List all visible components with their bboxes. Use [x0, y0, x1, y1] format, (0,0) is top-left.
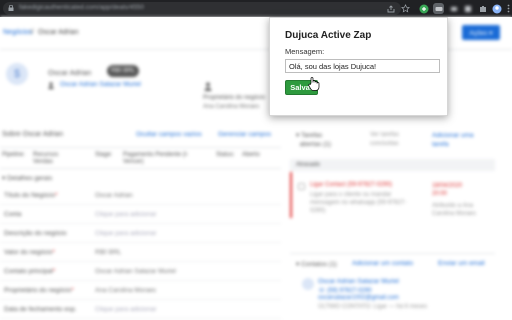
required-marker: * [52, 249, 55, 256]
field-label: Valor do negócio* [4, 249, 55, 256]
owner-value: Ana Carolina Moraes [203, 104, 260, 110]
status-label: Status: [216, 152, 235, 158]
contacts-title[interactable]: ▾ Contatos (1) [296, 260, 337, 268]
hand-cursor-icon [308, 77, 320, 91]
required-marker: * [54, 192, 58, 199]
contact-phone[interactable]: ☏ (59) 97827-0290 [318, 287, 372, 294]
send-email-link[interactable]: Enviar um email [438, 260, 485, 267]
pipeline-label: Pipeline: [2, 152, 26, 158]
add-task-link[interactable]: Adicionar uma tarefa [432, 131, 474, 149]
message-input[interactable] [285, 59, 440, 73]
about-panel: Sobre Oscar Adrian Ocultar campos vazios… [0, 125, 281, 320]
field-label: Proprietário do negócio* [4, 287, 74, 294]
pipeline-stage-row: Pipeline: Recursos Vendas Stage: Pagamen… [0, 147, 281, 169]
general-details-title: Detalhes gerais [7, 175, 53, 182]
about-title: Sobre Oscar Adrian [2, 131, 64, 138]
person-icon [48, 82, 54, 89]
field-value[interactable]: Clique para adicionar [95, 211, 156, 218]
task-assignee: Atribuído a Ana Carolina Moraes [432, 203, 477, 217]
dollar-icon: $ [13, 68, 21, 80]
task-title[interactable]: Ligar Contact (59-97827-0290) [310, 182, 392, 188]
contact-person-link[interactable]: Oscar Adrian Salazar Muriel [60, 81, 141, 88]
message-label: Mensagem: [285, 47, 325, 56]
task-due-date: 18/04/2020 20:00 [432, 183, 463, 197]
share-icon[interactable] [385, 3, 396, 14]
overdue-label: Atrasado [296, 162, 321, 168]
deal-avatar: $ [6, 63, 28, 85]
bookmark-star-icon[interactable] [400, 3, 411, 14]
overdue-header [290, 159, 495, 171]
deal-name: Oscar Adrian [48, 68, 92, 77]
open-tasks-title[interactable]: ▾ Tarefas abertas (1) [296, 131, 331, 149]
field-row[interactable]: Descrição do negócio Clique para adiciona… [0, 225, 281, 243]
address-bar[interactable]: fakedigicauthenticated.com/app/deals/455… [3, 2, 401, 15]
stage-label: Stage: [95, 152, 113, 158]
extension-icon[interactable] [462, 3, 473, 14]
completed-tasks-link[interactable]: Ver tarefas concluídas [370, 131, 399, 149]
breadcrumb-root[interactable]: Negócios [3, 29, 32, 36]
contact-last-activity: ÚLTIMO CONTATO: Ligar — há 6 meses [318, 304, 428, 310]
required-marker: * [71, 287, 74, 294]
field-label: Conta [4, 211, 22, 218]
field-row[interactable]: Valor do negócio* R$0 BRL [0, 244, 281, 262]
field-row[interactable]: Contato principal* Oscar Adrian Salazar M… [0, 263, 281, 281]
extension-popup: Dujuca Active Zap Mensagem: Salvar [269, 17, 448, 116]
menu-dots-icon[interactable] [503, 3, 512, 14]
phone-icon: ☏ [318, 288, 328, 294]
contact-name-link[interactable]: Oscar Adrian Salazar Muriel [318, 278, 399, 285]
field-label: Contato principal* [4, 268, 56, 275]
lock-icon [8, 5, 14, 11]
contact-email[interactable]: oscarsalazar1002@gmail.com [318, 295, 399, 301]
deal-value-badge: R$0 BRL [107, 65, 139, 77]
required-marker: * [52, 268, 56, 275]
extension-green-icon[interactable] [418, 3, 429, 14]
field-row[interactable]: Proprietário do negócio* Ana Carolina Mor… [0, 282, 281, 300]
actions-button[interactable]: Ações ▾ [462, 25, 500, 40]
extension-icon[interactable] [448, 3, 459, 14]
browser-toolbar: fakedigicauthenticated.com/app/deals/455… [0, 0, 512, 17]
contacts-section: ▾ Contatos (1) Adicionar um contato Envi… [290, 253, 495, 320]
field-value[interactable]: Clique para adicionar [95, 230, 156, 237]
stage-value[interactable]: Pagamento Pendente (I-Vencer) [123, 152, 203, 166]
breadcrumb-current: Oscar Adrian [38, 29, 79, 36]
pipeline-value[interactable]: Recursos Vendas [33, 152, 73, 166]
field-value[interactable]: Oscar Adrian [95, 192, 133, 199]
add-contact-link[interactable]: Adicionar um contato [352, 260, 413, 267]
contact-avatar [302, 278, 314, 290]
status-value[interactable]: Aberto [242, 152, 260, 159]
field-label: Descrição do negócio [4, 230, 67, 237]
profile-avatar[interactable] [491, 3, 502, 14]
task-item[interactable]: Ligar Contact (59-97827-0290) Ligar para… [290, 172, 495, 218]
field-value[interactable]: Oscar Adrian Salazar Muriel [95, 268, 176, 275]
sidebar-panel: ▾ Tarefas abertas (1) Ver tarefas concluí… [290, 125, 512, 320]
manage-fields-link[interactable]: Gerenciar campos [218, 131, 271, 138]
task-checkbox[interactable] [298, 183, 305, 190]
hide-empty-fields-link[interactable]: Ocultar campos vazios [136, 131, 202, 138]
general-details-heading[interactable]: ▾ Detalhes gerais [2, 174, 52, 182]
field-value[interactable]: Ana Carolina Moraes [95, 287, 156, 294]
owner-icon [204, 82, 212, 91]
field-label: Data de fechamento esp. [4, 306, 77, 313]
breadcrumb-separator: // [30, 29, 34, 36]
dujuca-extension-icon[interactable] [433, 3, 444, 14]
field-row[interactable]: Título do Negócio* Oscar Adrian [0, 187, 281, 205]
popup-title: Dujuca Active Zap [285, 30, 372, 41]
field-row[interactable]: Conta Clique para adicionar [0, 206, 281, 224]
url-text: fakedigicauthenticated.com/app/deals/455… [19, 4, 145, 11]
field-value[interactable]: R$0 BRL [95, 249, 121, 256]
puzzle-icon[interactable] [477, 3, 488, 14]
field-value[interactable]: Clique para adicionar [95, 306, 156, 313]
owner-label: Proprietário do negócio [203, 95, 266, 101]
task-description: Ligar para o cliente ou mandar mensagem … [310, 192, 407, 214]
field-row[interactable]: Data de fechamento esp. Clique para adici… [0, 301, 281, 319]
field-label: Título do Negócio* [4, 192, 58, 199]
